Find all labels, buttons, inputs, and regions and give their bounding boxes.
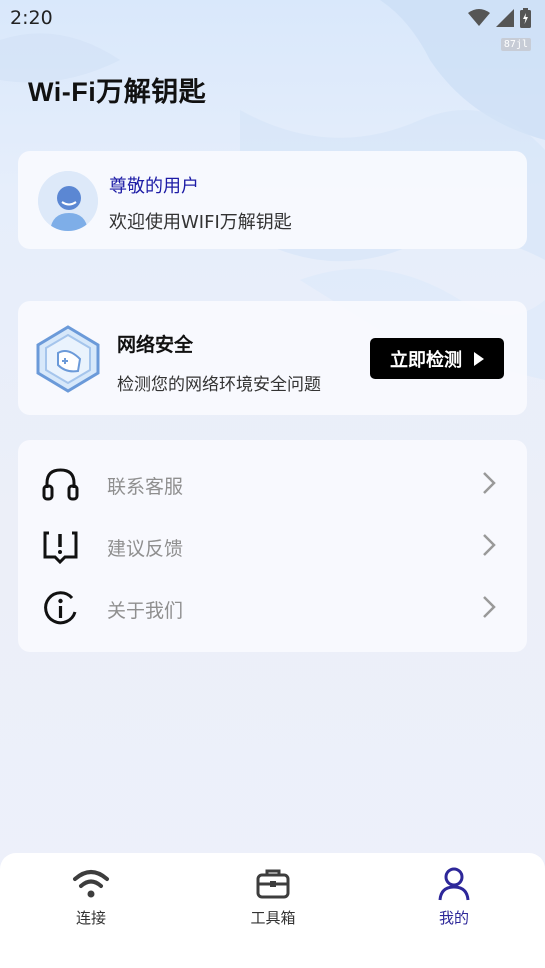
wifi-icon: [73, 870, 109, 898]
bottom-nav: 连接 工具箱 我的: [0, 853, 545, 968]
app-title: Wi-Fi万解钥匙: [28, 77, 207, 107]
menu-card: 联系客服 建议反馈 关于我们: [18, 440, 527, 652]
headset-icon: [42, 468, 79, 501]
cell-signal-icon: [496, 9, 514, 27]
toolbox-icon: [256, 869, 290, 899]
nav-mine[interactable]: 我的: [394, 867, 514, 937]
nav-toolbox[interactable]: 工具箱: [213, 867, 333, 937]
menu-item-about-us[interactable]: 关于我们: [18, 577, 527, 639]
chevron-right-icon: [483, 596, 496, 618]
wifi-signal-icon: [468, 9, 490, 26]
menu-label: 联系客服: [107, 476, 184, 498]
menu-item-contact-service[interactable]: 联系客服: [18, 453, 527, 515]
shield-icon: [36, 325, 100, 393]
person-icon: [438, 867, 470, 901]
nav-label: 我的: [438, 909, 469, 927]
nav-label: 工具箱: [250, 909, 296, 927]
menu-item-feedback[interactable]: 建议反馈: [18, 515, 527, 577]
detect-now-button[interactable]: 立即检测: [370, 338, 504, 379]
play-arrow-icon: [474, 351, 484, 366]
user-card[interactable]: 尊敬的用户 欢迎使用WIFI万解钥匙: [18, 151, 527, 249]
status-bar: 2:20: [0, 0, 545, 36]
security-title: 网络安全: [117, 334, 194, 356]
status-icons: [468, 8, 531, 28]
status-time: 2:20: [10, 7, 53, 29]
nav-label: 连接: [75, 909, 106, 927]
detect-now-label: 立即检测: [390, 349, 462, 371]
chevron-right-icon: [483, 472, 496, 494]
feedback-icon: [43, 531, 78, 565]
nav-connect[interactable]: 连接: [31, 867, 151, 937]
chevron-right-icon: [483, 534, 496, 556]
info-icon: [44, 591, 77, 625]
welcome-text: 欢迎使用WIFI万解钥匙: [109, 212, 292, 233]
status-badge: 87jl: [500, 38, 531, 51]
security-subtitle: 检测您的网络环境安全问题: [117, 375, 321, 395]
menu-label: 建议反馈: [107, 538, 184, 560]
user-name: 尊敬的用户: [109, 176, 199, 197]
menu-label: 关于我们: [107, 600, 184, 622]
user-avatar-icon: [38, 171, 98, 231]
battery-charging-icon: [520, 8, 531, 28]
security-card: 网络安全 检测您的网络环境安全问题 立即检测: [18, 301, 527, 415]
